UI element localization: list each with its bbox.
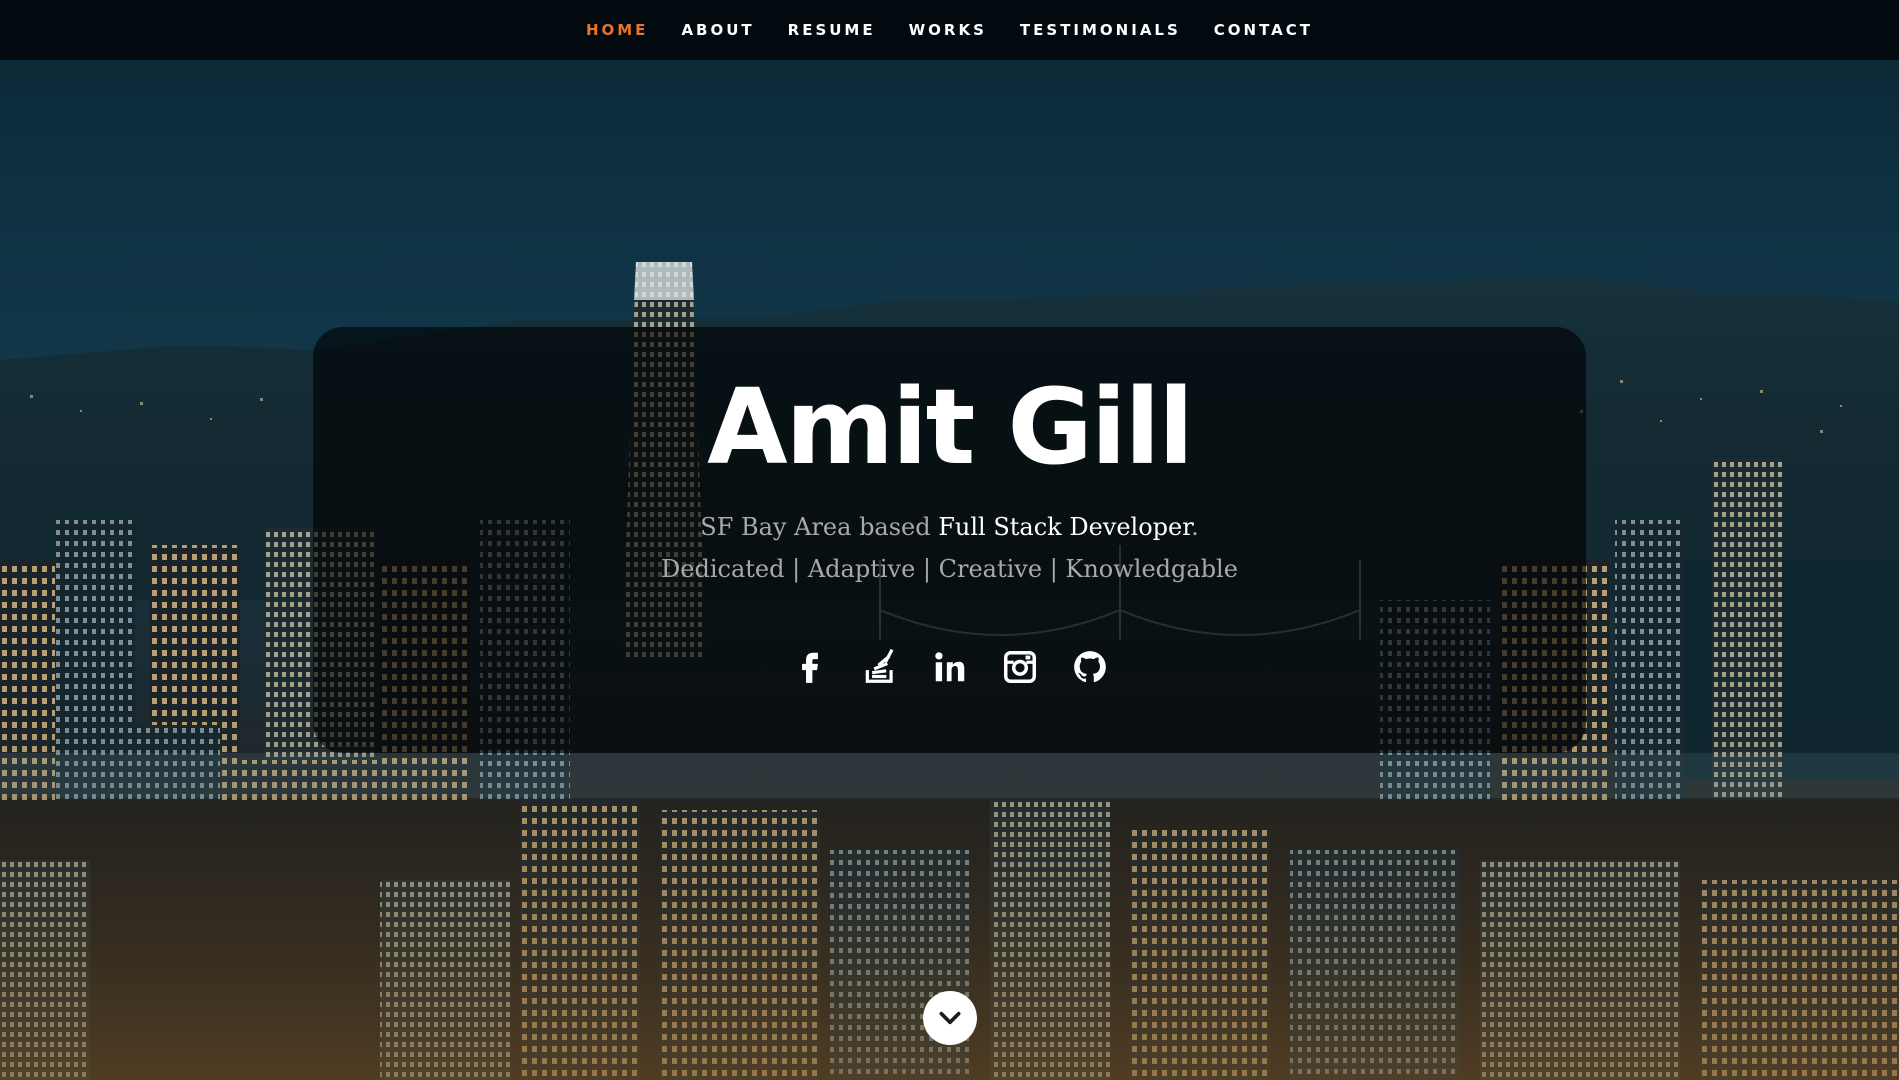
facebook-icon-glyph — [801, 652, 818, 683]
instagram-icon-glyph — [1003, 651, 1036, 683]
stackoverflow-icon[interactable] — [860, 645, 900, 689]
tagline-suffix: . — [1191, 513, 1199, 541]
nav-works[interactable]: WORKS — [909, 21, 987, 39]
github-icon[interactable] — [1070, 645, 1110, 689]
linkedin-icon[interactable] — [930, 645, 970, 689]
hero-name: Amit Gill — [707, 366, 1194, 488]
hero-traits: Dedicated | Adaptive | Creative | Knowle… — [661, 555, 1238, 583]
tagline-role: Full Stack Developer — [938, 513, 1192, 541]
nav-resume[interactable]: RESUME — [788, 21, 876, 39]
facebook-icon[interactable] — [790, 645, 830, 689]
social-links — [0, 645, 1899, 689]
hero-tagline: SF Bay Area based Full Stack Developer. — [0, 513, 1899, 541]
nav-testimonials[interactable]: TESTIMONIALS — [1020, 21, 1181, 39]
stackoverflow-icon-glyph — [865, 648, 893, 683]
linkedin-icon-glyph — [934, 652, 964, 682]
nav-home[interactable]: HOME — [586, 21, 648, 39]
hero-band — [0, 753, 1899, 798]
nav-about[interactable]: ABOUT — [681, 21, 754, 39]
top-navigation: HOME ABOUT RESUME WORKS TESTIMONIALS CON… — [0, 0, 1899, 60]
github-icon-glyph — [1073, 651, 1106, 683]
instagram-icon[interactable] — [1000, 645, 1040, 689]
chevron-down-icon — [939, 1011, 961, 1025]
scroll-down-button[interactable] — [923, 991, 977, 1045]
tagline-prefix: SF Bay Area based — [700, 513, 939, 541]
nav-contact[interactable]: CONTACT — [1214, 21, 1313, 39]
